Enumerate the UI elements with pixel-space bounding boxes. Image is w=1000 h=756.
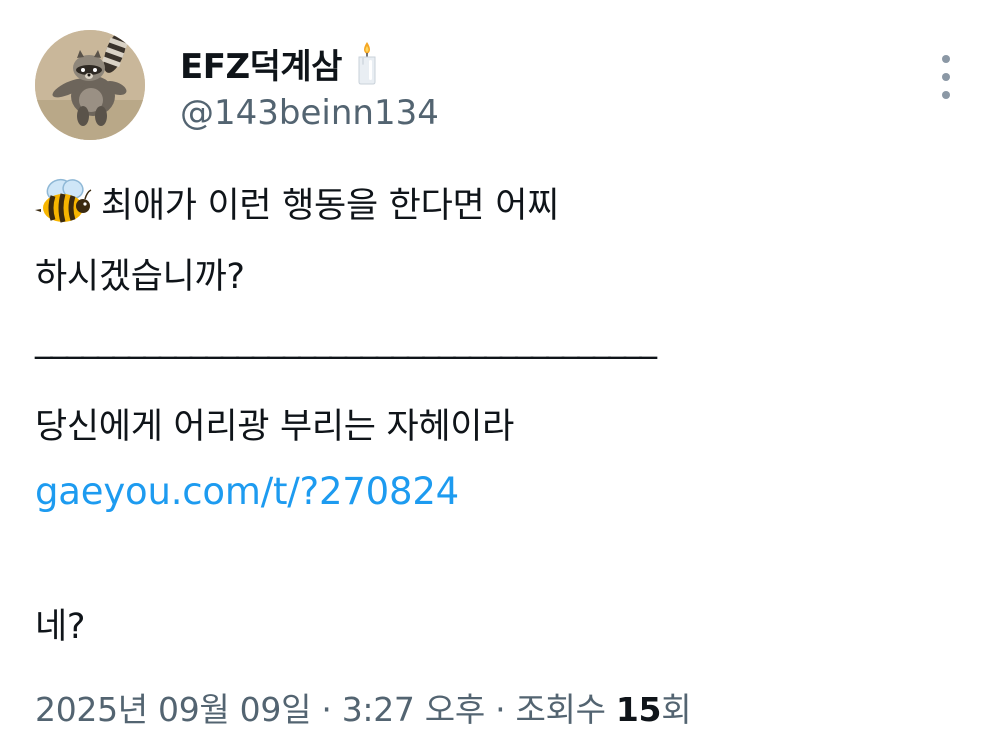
tweet-text-line-1: 최애가 이런 행동을 한다면 어찌 — [35, 176, 559, 228]
tweet-card: EFZ덕계삼 @143beinn134 최애가 이런 행동을 한다면 어찌 하시… — [0, 0, 1000, 756]
more-vertical-icon — [942, 55, 950, 63]
views-count: 15 — [615, 690, 662, 729]
meta-separator: · — [484, 690, 516, 729]
author-handle[interactable]: @143beinn134 — [180, 93, 439, 133]
tweet-text-line-1-content: 최애가 이런 행동을 한다면 어찌 — [101, 185, 560, 226]
tweet-link[interactable]: gaeyou.com/t/?270824 — [35, 470, 459, 513]
tweet-date[interactable]: 2025년 09월 09일 — [35, 690, 311, 729]
more-options-button[interactable] — [926, 55, 966, 99]
meta-separator: · — [311, 690, 342, 729]
candle-icon — [354, 40, 380, 86]
author-display-name: EFZ덕계삼 — [180, 46, 342, 87]
author-avatar[interactable] — [35, 30, 145, 140]
tweet-time[interactable]: 3:27 오후 — [342, 690, 486, 729]
author-name-row[interactable]: EFZ덕계삼 — [180, 40, 380, 87]
views-suffix: 회 — [661, 690, 692, 729]
tweet-text-line-6: 네? — [35, 607, 86, 647]
tweet-text-divider: ________________________________________ — [35, 320, 657, 360]
more-vertical-icon-dot — [942, 73, 950, 81]
bee-icon — [35, 176, 93, 228]
tweet-text-line-4: 당신에게 어리광 부리는 자헤이라 — [35, 407, 515, 447]
more-vertical-icon-dot — [942, 91, 950, 99]
tweet-meta: 2025년 09월 09일 · 3:27 오후 · 조회수 15회 — [35, 683, 692, 731]
raccoon-avatar-icon — [35, 30, 145, 140]
views-label: 조회수 — [515, 690, 606, 729]
tweet-text-line-2: 하시겠습니까? — [35, 257, 245, 297]
